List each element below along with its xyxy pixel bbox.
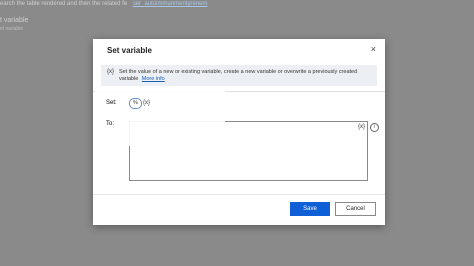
background-action-subtitle: et variable xyxy=(0,26,24,32)
to-label: To: xyxy=(106,121,115,127)
info-banner: {x} Set the value of a new or existing v… xyxy=(101,65,377,86)
set-label: Set: xyxy=(106,100,117,106)
more-info-link[interactable]: More info xyxy=(142,76,165,82)
highlight-spotlight: Set: % {x} To: xyxy=(95,87,225,146)
save-button[interactable]: Save xyxy=(290,202,330,216)
info-text: Set the value of a new or existing varia… xyxy=(119,69,369,83)
background-action-title: t variable xyxy=(0,17,29,24)
background-instructions: earch the table rendered and then the re… xyxy=(0,1,207,7)
dialog-title: Set variable xyxy=(107,46,152,55)
close-icon[interactable]: × xyxy=(371,44,376,54)
background-text: earch the table rendered and then the re… xyxy=(0,1,128,7)
set-variable-picker-button[interactable]: {x} xyxy=(143,100,150,106)
footer-divider xyxy=(93,194,385,195)
variable-icon: {x} xyxy=(107,69,115,75)
set-field[interactable]: % xyxy=(129,98,142,109)
background-link: ser_autoimmunmentyrenem xyxy=(132,1,208,7)
cancel-button[interactable]: Cancel xyxy=(335,202,376,216)
to-variable-picker-button[interactable]: {x} xyxy=(358,124,365,130)
info-circle-icon[interactable]: i xyxy=(370,123,379,132)
